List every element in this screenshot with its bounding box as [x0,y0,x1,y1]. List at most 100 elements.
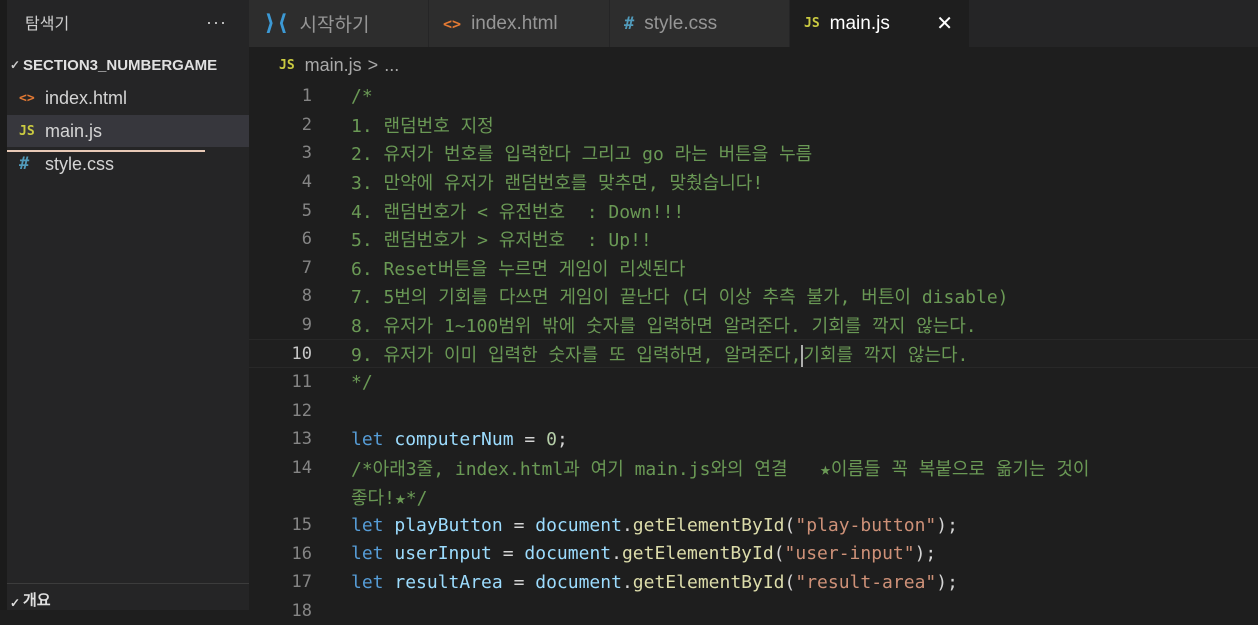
file-item-index-html[interactable]: <> index.html [7,82,249,114]
code-line: 13 let computerNum = 0; [249,425,1258,454]
line-number: 3 [301,143,312,164]
code-line: 3 2. 유저가 번호를 입력한다 그리고 go 라는 버튼을 누름 [249,139,1258,168]
css-file-icon: # [19,154,30,174]
tab-label: index.html [471,12,558,34]
code-line: 14 /*아래3줄, index.html과 여기 main.js와의 연결 ★… [249,454,1258,483]
more-actions-icon[interactable]: ··· [206,12,227,33]
object: document [535,571,622,593]
tab-style-css[interactable]: # style.css [610,0,790,47]
code-line: 1 /* [249,82,1258,111]
code-line: 4 3. 만약에 유저가 랜덤번호를 맞추면, 맞췄습니다! [249,168,1258,197]
variable: userInput [394,543,492,565]
code-line: 8 7. 5번의 기회를 다쓰면 게임이 끝난다 (더 이상 추측 불가, 버튼… [249,282,1258,311]
comment-text-before-cursor: 9. 유저가 이미 입력한 숫자를 또 입력하면, 알려준다, [351,344,802,366]
file-item-style-css[interactable]: # style.css [7,148,249,180]
outline-section-header[interactable]: ✓ 개요 [7,583,249,610]
punctuation: . [621,571,633,593]
html-file-icon: <> [443,14,462,33]
file-item-main-js[interactable]: JS main.js [7,115,249,147]
file-name: main.js [45,120,103,141]
chevron-down-icon: ✓ [9,58,21,72]
code-statement: let playButton = document.getElementById… [351,515,958,536]
punctuation: ( [773,543,785,565]
punctuation: ); [914,543,937,565]
punctuation: . [611,543,622,565]
punctuation: ( [784,514,796,536]
line-number: 9 [301,315,312,336]
comment-text: 9. 유저가 이미 입력한 숫자를 또 입력하면, 알려준다, 기회를 깍지 않는… [351,341,968,367]
code-line: 5 4. 랜덤번호가 < 유전번호 : Down!!! [249,196,1258,225]
comment-text: /* [351,85,373,107]
line-number: 2 [301,114,312,135]
outline-title: 개요 [23,592,51,609]
variable: playButton [394,514,503,536]
function-name: getElementById [632,571,785,593]
number-literal: 0 [546,428,557,450]
comment-text-after-cursor: 기회를 깍지 않는다. [803,344,969,366]
file-name: index.html [45,87,128,108]
keyword: let [351,543,384,565]
punctuation: ); [936,514,958,536]
line-number: 10 [291,343,312,364]
punctuation: . [621,514,633,536]
breadcrumb-symbol[interactable]: ... [384,55,399,76]
tab-label: style.css [644,12,718,34]
tab-index-html[interactable]: <> index.html [429,0,610,47]
line-number: 5 [301,200,312,221]
code-line: 16 let userInput = document.getElementBy… [249,540,1258,569]
line-number: 6 [301,229,312,250]
line-number: 4 [301,172,312,193]
object: document [535,514,622,536]
comment-text: 4. 랜덤번호가 < 유전번호 : Down!!! [351,201,685,223]
comment-text: 6. Reset버튼을 누르면 게임이 리셋된다 [351,258,686,280]
line-number: 17 [291,572,312,593]
code-line-current: 10 9. 유저가 이미 입력한 숫자를 또 입력하면, 알려준다, 기회를 깍지… [249,339,1258,368]
variable: computerNum [394,428,514,450]
tab-label: main.js [829,12,890,34]
tab-label: 시작하기 [299,15,370,36]
comment-text: 좋다!★*/ [351,487,428,509]
close-icon[interactable]: ✕ [936,11,953,36]
breadcrumb-file[interactable]: main.js [305,55,362,76]
line-number: 14 [291,458,312,479]
keyword: let [351,514,384,536]
string-literal: "result-area" [795,571,937,593]
line-number: 18 [291,601,312,622]
comment-text: 2. 유저가 번호를 입력한다 그리고 go 라는 버튼을 누름 [351,144,813,166]
code-line: 9 8. 유저가 1~100범위 밖에 숫자를 입력하면 알려준다. 기회를 깍… [249,311,1258,340]
line-number: 1 [301,86,312,107]
comment-text: /*아래3줄, index.html과 여기 main.js와의 연결 ★이름들… [351,459,1090,481]
code-line: 17 let resultArea = document.getElementB… [249,568,1258,597]
code-editor[interactable]: 1 /* 2 1. 랜덤번호 지정 3 2. 유저가 번호를 입력한다 그리고 … [249,82,1258,621]
breadcrumb: JS main.js > ... [279,52,399,78]
operator: = [513,428,547,450]
string-literal: "play-button" [795,514,937,536]
js-file-icon: JS [19,123,35,139]
operator: = [502,571,536,593]
editor-tab-bar: ⟩⟨ 시작하기 <> index.html # style.css JS mai… [249,0,1258,47]
comment-text: 8. 유저가 1~100범위 밖에 숫자를 입력하면 알려준다. 기회를 깍지 … [351,316,977,338]
line-number: 11 [291,372,312,393]
activity-bar-edge [0,0,7,610]
function-name: getElementById [621,543,774,565]
keyword: let [351,571,384,593]
js-file-icon: JS [279,57,295,73]
punctuation: ( [784,571,796,593]
tab-main-js[interactable]: JS main.js ✕ [790,0,970,47]
folder-header[interactable]: ✓ SECTION3_NUMBERGAME [7,52,249,78]
line-number: 7 [301,257,312,278]
comment-text: */ [351,371,373,393]
code-line: 18 [249,597,1258,625]
css-file-icon: # [624,13,635,34]
code-line: 12 [249,397,1258,426]
code-statement: let computerNum = 0; [351,429,568,450]
file-name: style.css [45,153,115,174]
tab-welcome[interactable]: ⟩⟨ 시작하기 [249,0,429,47]
comment-text: 7. 5번의 기회를 다쓰면 게임이 끝난다 (더 이상 추측 불가, 버튼이 … [351,287,1009,309]
line-number: 15 [291,515,312,536]
keyword: let [351,428,384,450]
function-name: getElementById [632,514,785,536]
line-number: 13 [291,429,312,450]
object: document [524,543,612,565]
code-line: 7 6. Reset버튼을 누르면 게임이 리셋된다 [249,254,1258,283]
